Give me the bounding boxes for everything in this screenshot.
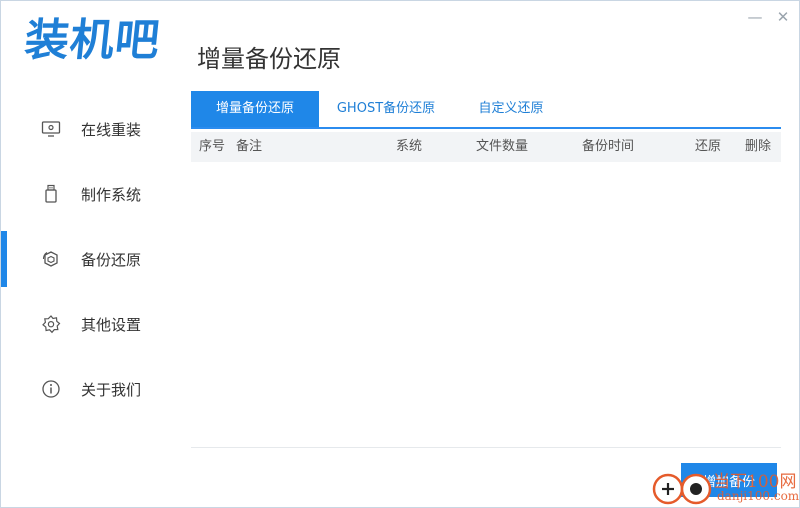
usb-drive-icon	[41, 184, 61, 204]
tab-ghost-backup[interactable]: GHOST备份还原	[319, 91, 453, 127]
sidebar: 装机吧 在线重装 制作系统 备份还原 其他设置 关于我们	[1, 1, 171, 507]
divider	[191, 447, 781, 448]
tab-incremental-backup[interactable]: 增量备份还原	[191, 91, 319, 127]
sidebar-item-backup-restore[interactable]: 备份还原	[1, 239, 171, 279]
app-window: 装机吧 在线重装 制作系统 备份还原 其他设置 关于我们 — ✕ 增量备份还原 …	[0, 0, 800, 508]
column-header-index: 序号	[199, 139, 226, 154]
table-header: 序号 备注 系统 文件数量 备份时间 还原 删除	[191, 132, 781, 162]
minimize-icon: —	[747, 8, 763, 26]
column-header-delete: 删除	[745, 139, 772, 154]
monitor-icon	[41, 119, 61, 139]
column-header-backup-time: 备份时间	[582, 139, 635, 154]
tab-bar: 增量备份还原 GHOST备份还原 自定义还原	[191, 91, 781, 129]
column-header-system: 系统	[396, 139, 423, 154]
backup-restore-icon	[41, 249, 61, 269]
sidebar-item-label: 在线重装	[81, 120, 142, 139]
column-header-note: 备注	[236, 139, 263, 154]
sidebar-item-about-us[interactable]: 关于我们	[1, 369, 171, 409]
sidebar-item-online-reinstall[interactable]: 在线重装	[1, 109, 171, 149]
close-icon: ✕	[776, 8, 790, 26]
sidebar-item-label: 关于我们	[81, 380, 142, 399]
add-backup-button[interactable]: 增加备份	[681, 463, 777, 497]
page-title: 增量备份还原	[197, 45, 341, 73]
sidebar-item-make-system[interactable]: 制作系统	[1, 174, 171, 214]
info-icon	[41, 379, 61, 399]
sidebar-item-label: 制作系统	[81, 185, 142, 204]
sidebar-item-label: 备份还原	[81, 250, 142, 269]
minimize-button[interactable]: —	[745, 7, 765, 27]
tab-custom-restore[interactable]: 自定义还原	[453, 91, 569, 127]
column-header-file-count: 文件数量	[476, 139, 529, 154]
sidebar-item-other-settings[interactable]: 其他设置	[1, 304, 171, 344]
app-logo: 装机吧	[22, 15, 163, 66]
backup-list	[191, 162, 781, 447]
close-button[interactable]: ✕	[773, 7, 793, 27]
column-header-restore: 还原	[695, 139, 722, 154]
gear-icon	[41, 314, 61, 334]
sidebar-item-label: 其他设置	[81, 315, 142, 334]
